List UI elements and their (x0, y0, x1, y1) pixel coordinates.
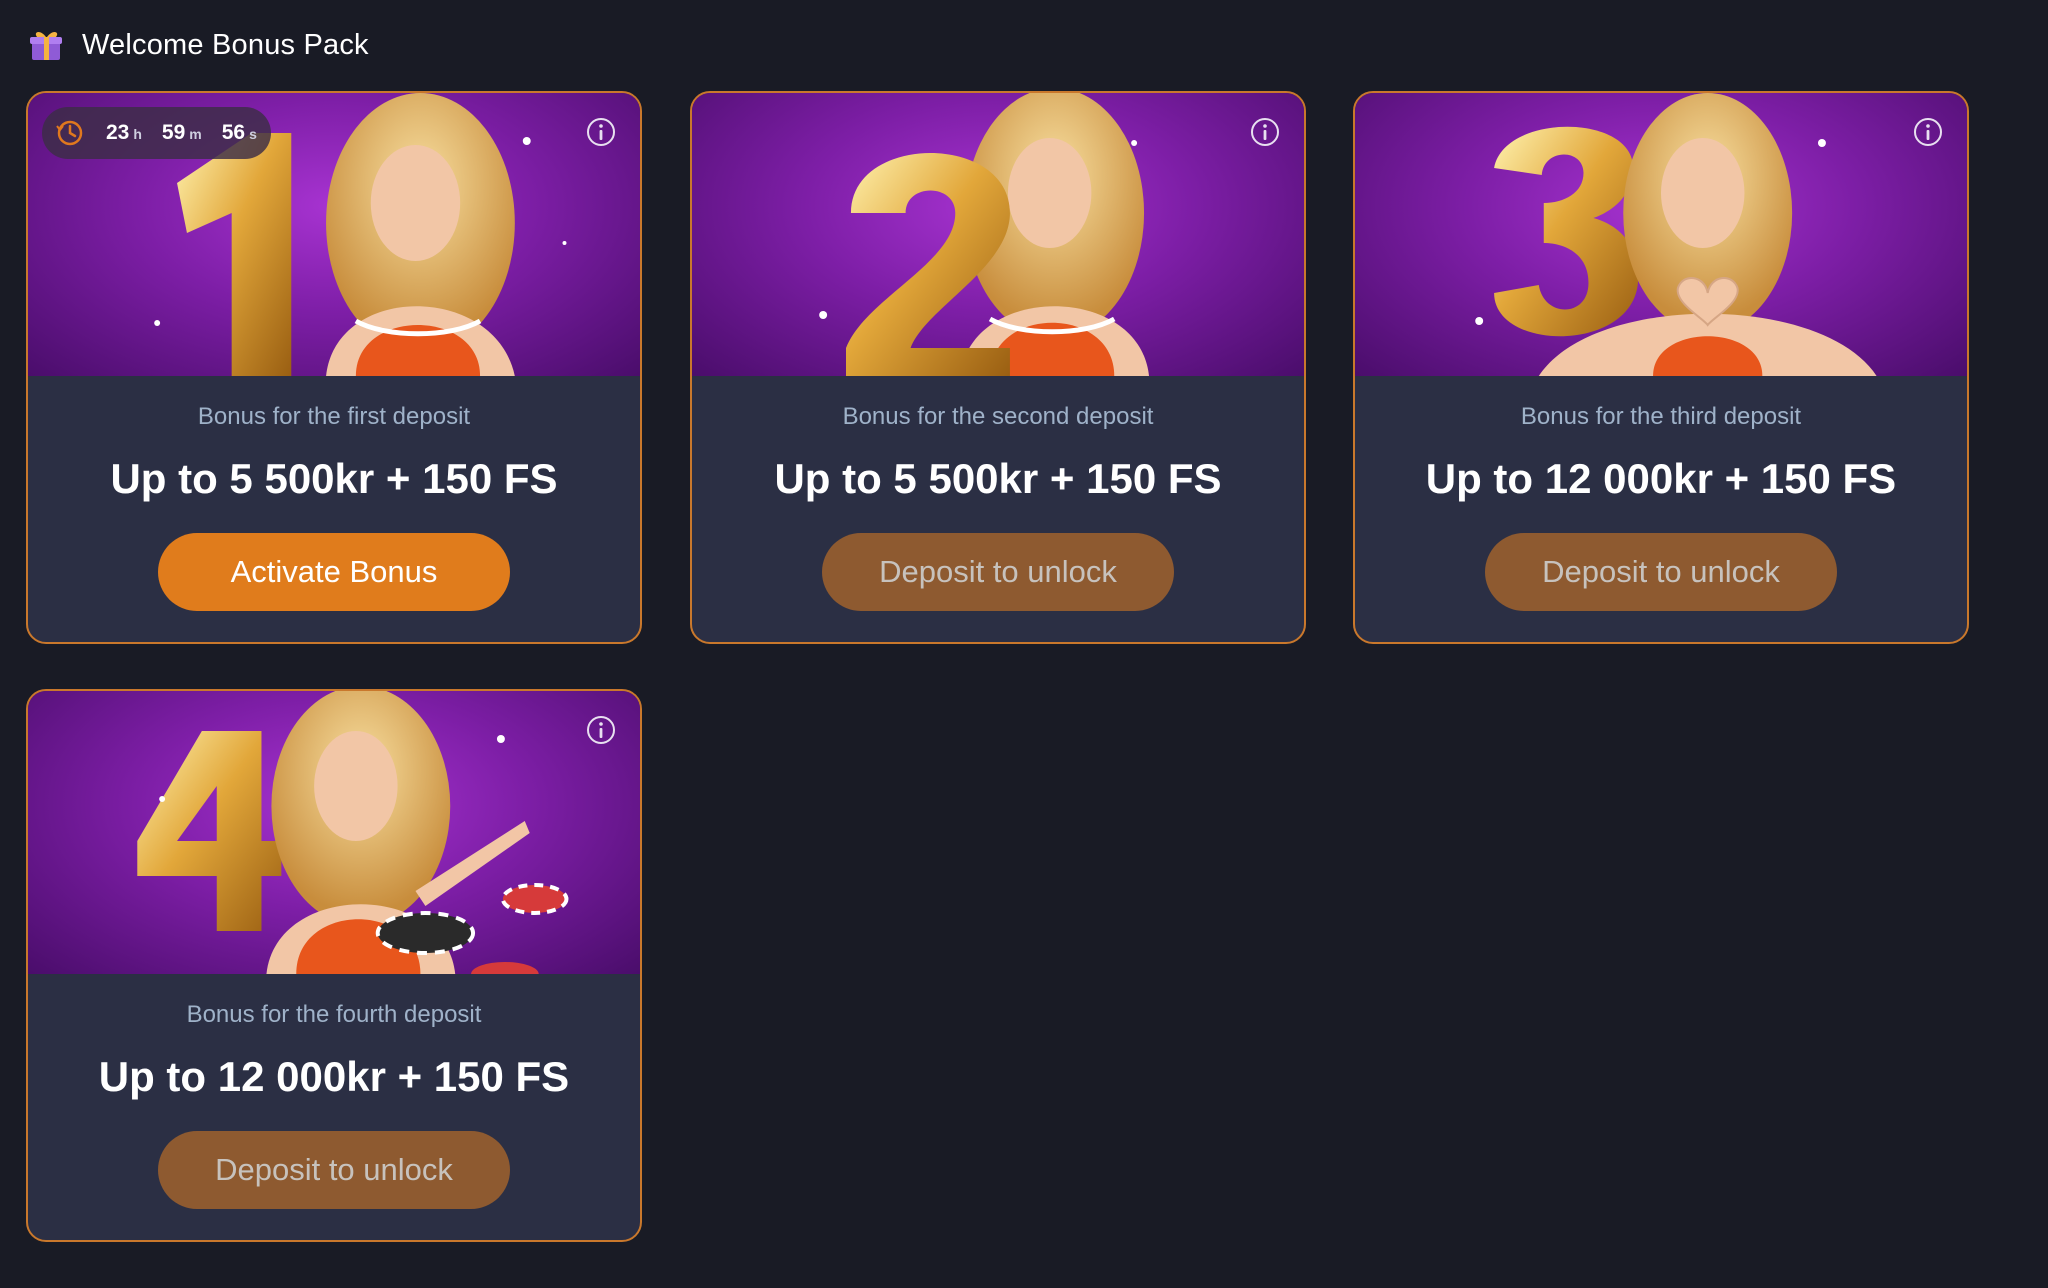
bonus-card-3: Bonus for the third deposit Up to 12 000… (1353, 91, 1969, 644)
deposit-to-unlock-button[interactable]: Deposit to unlock (1485, 533, 1837, 611)
deposit-to-unlock-button[interactable]: Deposit to unlock (822, 533, 1174, 611)
page-header: Welcome Bonus Pack (28, 24, 369, 66)
bonus-card-body-4: Bonus for the fourth deposit Up to 12 00… (28, 1000, 640, 1209)
deposit-to-unlock-button[interactable]: Deposit to unlock (158, 1131, 510, 1209)
timer-seconds-value: 56 (221, 121, 246, 144)
bonus-card-body-1: Bonus for the first deposit Up to 5 500k… (28, 402, 640, 611)
bonus-card-2: Bonus for the second deposit Up to 5 500… (690, 91, 1306, 644)
timer-seconds: 56 s (222, 121, 257, 145)
timer-minutes-value: 59 (161, 121, 186, 144)
info-icon[interactable] (586, 715, 616, 745)
bonus-subtitle: Bonus for the fourth deposit (186, 1001, 482, 1028)
bonus-subtitle: Bonus for the second deposit (842, 403, 1154, 430)
gift-icon (30, 32, 62, 60)
bonus-amount: Up to 12 000kr + 150 FS (1425, 455, 1897, 502)
bonus-banner-4 (28, 691, 640, 974)
bonus-amount: Up to 12 000kr + 150 FS (98, 1053, 570, 1100)
bonus-banner-art-4 (137, 691, 569, 974)
info-icon[interactable] (1913, 117, 1943, 147)
bonus-subtitle: Bonus for the third deposit (1520, 403, 1802, 430)
bonus-amount: Up to 5 500kr + 150 FS (774, 455, 1222, 502)
timer-seconds-suffix: s (249, 126, 257, 142)
clock-history-icon (56, 120, 83, 146)
page-title: Welcome Bonus Pack (82, 28, 369, 61)
bonus-banner-3 (1355, 93, 1967, 376)
timer-hours: 23 h (106, 121, 142, 145)
timer-hours-suffix: h (133, 126, 142, 142)
bonus-card-4: Bonus for the fourth deposit Up to 12 00… (26, 689, 642, 1242)
bonus-banner-1: 23 h 59 m 56 s (28, 93, 640, 376)
bonus-card-body-2: Bonus for the second deposit Up to 5 500… (692, 402, 1304, 611)
bonus-banner-art-2 (819, 93, 1150, 376)
timer-minutes-suffix: m (189, 126, 202, 142)
bonus-banner-art-3 (1475, 93, 1877, 376)
bonus-amount: Up to 5 500kr + 150 FS (110, 455, 558, 502)
info-icon[interactable] (586, 117, 616, 147)
timer-hours-value: 23 (106, 121, 130, 144)
bonus-banner-2 (692, 93, 1304, 376)
activate-bonus-button[interactable]: Activate Bonus (158, 533, 510, 611)
timer-minutes: 59 m (162, 121, 202, 145)
bonus-card-1: 23 h 59 m 56 s Bonus for the first depos… (26, 91, 642, 644)
info-icon[interactable] (1250, 117, 1280, 147)
bonus-card-body-3: Bonus for the third deposit Up to 12 000… (1355, 402, 1967, 611)
countdown-timer: 23 h 59 m 56 s (42, 107, 271, 159)
bonus-subtitle: Bonus for the first deposit (197, 403, 471, 430)
